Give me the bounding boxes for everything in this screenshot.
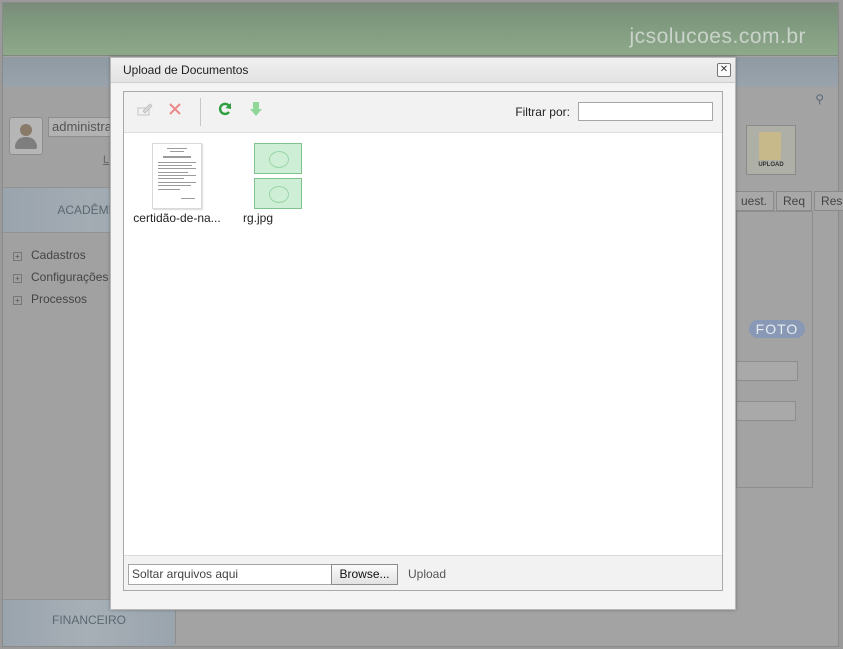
user-link[interactable]: L <box>103 154 109 166</box>
brand-text: jcsolucoes.com.br <box>629 25 806 48</box>
tab-resp[interactable]: Respo <box>814 191 843 211</box>
upload-footer: Soltar arquivos aqui Browse... Upload <box>124 555 722 590</box>
edit-icon[interactable] <box>134 101 156 123</box>
refresh-icon[interactable] <box>214 101 236 123</box>
tab-quest[interactable]: uest. <box>734 191 775 211</box>
upload-button[interactable]: Upload <box>408 567 446 581</box>
foto-badge[interactable]: FOTO <box>749 320 805 338</box>
sidebar-item-label: Cadastros <box>31 248 86 262</box>
sidebar-item-cadastros[interactable]: + Cadastros <box>13 244 108 266</box>
filter-label: Filtrar por: <box>515 105 570 119</box>
upload-dialog: Upload de Documentos ✕ Filtrar por: cert… <box>110 57 736 610</box>
sidebar-item-configuracoes[interactable]: + Configurações <box>13 266 108 288</box>
file-toolbar: Filtrar por: <box>124 92 722 133</box>
close-icon[interactable]: ✕ <box>717 63 731 77</box>
expand-icon[interactable]: + <box>13 274 22 283</box>
header-banner: jcsolucoes.com.br <box>3 3 838 56</box>
file-item[interactable]: certidão-de-na... <box>131 143 223 225</box>
filter-input[interactable] <box>578 102 713 121</box>
user-avatar-icon <box>9 117 43 155</box>
upload-folder-button[interactable]: UPLOAD <box>746 125 796 175</box>
image-thumbnail-icon <box>254 143 304 209</box>
folder-icon <box>759 132 781 160</box>
document-thumbnail-icon <box>152 143 202 209</box>
expand-icon[interactable]: + <box>13 296 22 305</box>
sidebar-item-processos[interactable]: + Processos <box>13 288 108 310</box>
upload-button-label: UPLOAD <box>758 162 784 168</box>
drop-zone-field[interactable]: Soltar arquivos aqui <box>128 564 332 585</box>
tab-panel <box>736 211 813 488</box>
browse-button[interactable]: Browse... <box>331 564 398 585</box>
sidebar-tree: + Cadastros + Configurações + Processos <box>13 244 108 310</box>
sidebar-item-label: Processos <box>31 292 88 306</box>
sidebar-item-label: Configurações <box>31 270 109 284</box>
file-list: certidão-de-na... rg.jpg <box>124 133 722 555</box>
download-icon[interactable] <box>245 101 267 123</box>
file-name: certidão-de-na... <box>133 211 221 225</box>
form-input[interactable] <box>736 361 798 381</box>
file-manager: Filtrar por: certidão-de-na... rg.jpg So… <box>123 91 723 591</box>
tab-strip: uest.ReqRespo <box>734 191 843 211</box>
file-name: rg.jpg <box>243 211 274 225</box>
form-input[interactable] <box>736 401 796 421</box>
dialog-titlebar[interactable]: Upload de Documentos ✕ <box>111 58 735 83</box>
tab-req[interactable]: Req <box>776 191 813 211</box>
expand-icon[interactable]: + <box>13 252 22 261</box>
delete-icon[interactable] <box>164 101 186 123</box>
file-item[interactable]: rg.jpg <box>233 143 325 225</box>
toolbar-separator <box>200 98 201 126</box>
dialog-title: Upload de Documentos <box>123 63 249 77</box>
binoculars-icon[interactable]: ⚲ <box>815 92 824 106</box>
